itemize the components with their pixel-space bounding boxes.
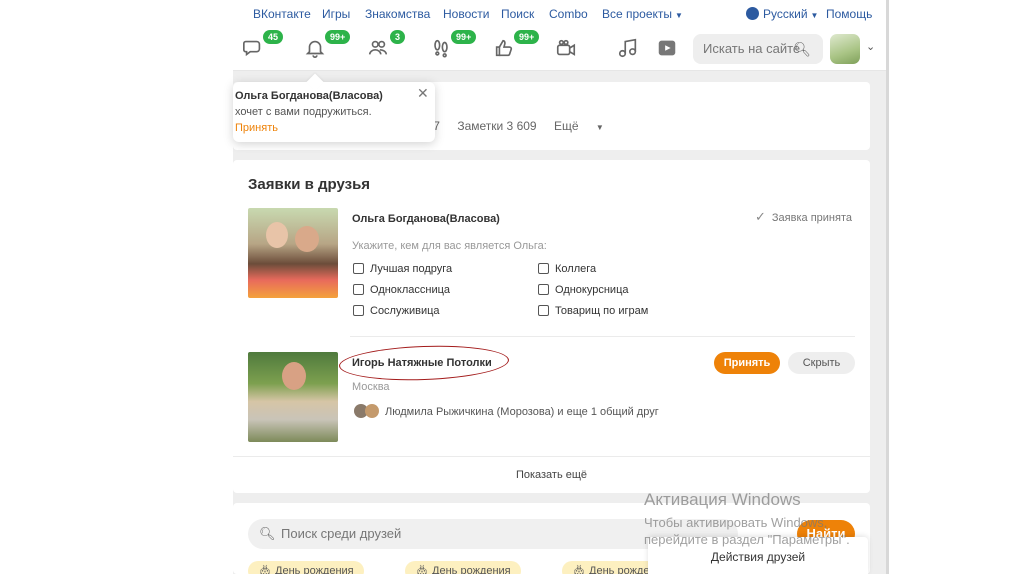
profile-tabs: ы 797 Заметки 3 609 Ещё ▼ — [408, 119, 632, 133]
notifications-badge: 99+ — [325, 30, 351, 44]
birthday-chip[interactable]: 🎂︎ День рождения — [405, 561, 521, 574]
nav-link-vkontakte[interactable]: ВКонтакте — [253, 7, 311, 21]
thumbs-up-icon[interactable] — [492, 37, 516, 61]
request-photo-olga[interactable] — [248, 208, 338, 298]
user-avatar[interactable] — [830, 34, 860, 64]
friend-requests-card: Заявки в друзья Ольга Богданова(Власова)… — [233, 160, 870, 493]
friends-icon[interactable] — [366, 37, 390, 61]
nav-link-games[interactable]: Игры — [322, 7, 350, 21]
language-selector[interactable]: Русский ▼ — [746, 7, 818, 21]
friend-request-popup: Ольга Богданова(Власова) хочет с вами по… — [233, 73, 435, 142]
globe-icon — [746, 7, 759, 20]
checkmark-icon: ✓ — [755, 209, 766, 224]
language-label: Русский — [763, 7, 808, 21]
option-label: Лучшая подруга — [370, 263, 453, 275]
messages-icon[interactable] — [241, 37, 265, 61]
chevron-down-icon: ▼ — [675, 11, 683, 20]
video-play-icon[interactable] — [655, 37, 679, 61]
mutual-friends[interactable]: Людмила Рыжичкина (Морозова) и еще 1 общ… — [354, 404, 659, 418]
show-more-button[interactable]: Показать ещё — [233, 469, 870, 481]
popup-name[interactable]: Ольга Богданова(Власова) — [235, 90, 383, 102]
request-photo-igor[interactable] — [248, 352, 338, 442]
birthday-icon: 🎂︎ — [572, 565, 590, 574]
checkbox[interactable] — [353, 263, 364, 274]
hide-request-button[interactable]: Скрыть — [788, 352, 855, 374]
music-icon[interactable] — [616, 37, 640, 61]
birthday-chip-label: День рождения — [432, 565, 511, 574]
friend-requests-title: Заявки в друзья — [248, 176, 371, 193]
checkbox[interactable] — [353, 284, 364, 295]
nav-link-combo[interactable]: Combo — [549, 7, 588, 21]
relation-option-fellow-student[interactable]: Однокурсница — [538, 284, 629, 296]
request-status-label: Заявка принята — [771, 212, 852, 224]
search-icon[interactable]: 🔍︎ — [793, 41, 811, 58]
profile-tab-more-label: Ещё — [553, 119, 579, 133]
birthday-chip-label: День рождения — [275, 565, 354, 574]
birthday-icon: 🎂︎ — [415, 565, 433, 574]
friend-actions-panel[interactable]: Действия друзей — [648, 537, 868, 574]
birthday-icon: 🎂︎ — [258, 565, 276, 574]
mutual-avatar — [365, 404, 379, 418]
highlight-ellipse — [338, 343, 510, 383]
divider — [233, 456, 870, 457]
nav-link-all-projects[interactable]: Все проекты ▼ — [602, 7, 683, 21]
messages-badge: 45 — [263, 30, 284, 44]
relation-option-game-buddy[interactable]: Товарищ по играм — [538, 305, 648, 317]
mutual-friends-text: Людмила Рыжичкина (Морозова) и еще 1 общ… — [385, 406, 659, 418]
site-search-placeholder: Искать на сайте — [703, 41, 801, 56]
help-link[interactable]: Помощь — [826, 7, 872, 21]
face-shape — [266, 222, 288, 248]
close-icon[interactable]: ✕ — [417, 85, 429, 102]
relation-option-best-friend[interactable]: Лучшая подруга — [353, 263, 452, 275]
all-projects-label: Все проекты — [602, 7, 673, 21]
footprints-icon[interactable] — [429, 37, 453, 61]
request-name-olga[interactable]: Ольга Богданова(Власова) — [352, 213, 500, 225]
relation-option-classmate[interactable]: Одноклассница — [353, 284, 450, 296]
nav-link-news[interactable]: Новости — [443, 7, 489, 21]
option-label: Товарищ по играм — [555, 305, 649, 317]
option-label: Однокурсница — [555, 284, 629, 296]
friends-badge: 3 — [390, 30, 406, 44]
checkbox[interactable] — [538, 263, 549, 274]
chevron-down-icon: ▼ — [595, 123, 604, 132]
request-status: ✓ Заявка принята — [755, 209, 852, 225]
events-badge: 99+ — [514, 30, 540, 44]
friend-search-placeholder: Поиск среди друзей — [281, 526, 402, 541]
bell-icon[interactable] — [303, 37, 327, 61]
birthday-chip[interactable]: 🎂︎ День рождения — [248, 561, 364, 574]
option-label: Коллега — [555, 263, 597, 275]
profile-tab-more[interactable]: Ещё ▼ — [554, 119, 618, 133]
site-search-input[interactable]: Искать на сайте 🔍︎ — [693, 34, 823, 64]
top-navigation: ВКонтакте Игры Знакомства Новости Поиск … — [233, 0, 888, 27]
popup-accept-link[interactable]: Принять — [235, 122, 278, 134]
relation-option-coworker[interactable]: Сослуживица — [353, 305, 440, 317]
search-icon: 🔍︎ — [259, 526, 276, 541]
nav-link-search[interactable]: Поиск — [501, 7, 534, 21]
profile-tab-notes[interactable]: Заметки 3 609 — [457, 119, 536, 133]
request-city: Москва — [352, 381, 390, 393]
checkbox[interactable] — [538, 305, 549, 316]
page-scrollbar[interactable] — [886, 0, 889, 574]
divider — [350, 336, 855, 337]
guests-badge: 99+ — [451, 30, 477, 44]
popup-text: хочет с вами подружиться. — [235, 106, 372, 118]
chevron-down-icon: ▼ — [810, 11, 819, 20]
face-shape — [295, 226, 319, 252]
checkbox[interactable] — [538, 284, 549, 295]
relation-option-colleague[interactable]: Коллега — [538, 263, 596, 275]
main-toolbar: 45 99+ 3 99+ 99+ Искать на сайте 🔍︎ ⌄ — [233, 27, 888, 71]
option-label: Одноклассница — [370, 284, 451, 296]
chevron-down-icon[interactable]: ⌄ — [866, 40, 875, 53]
option-label: Сослуживица — [370, 305, 440, 317]
relation-prompt: Укажите, кем для вас является Ольга: — [352, 240, 547, 252]
nav-link-dating[interactable]: Знакомства — [365, 7, 430, 21]
face-shape — [282, 362, 306, 390]
accept-request-button[interactable]: Принять — [714, 352, 780, 374]
video-camera-icon[interactable] — [554, 37, 578, 61]
checkbox[interactable] — [353, 305, 364, 316]
